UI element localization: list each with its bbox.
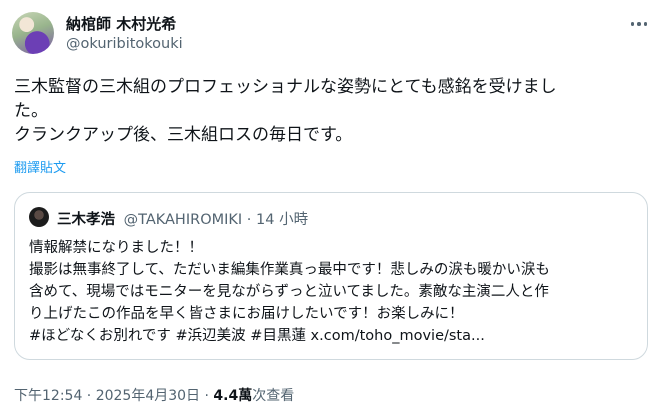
author-avatar[interactable] bbox=[12, 12, 54, 54]
views-label: 次查看 bbox=[252, 388, 295, 404]
post-meta: 下午12:54 · 2025年4月30日 · 4.4萬次查看 bbox=[14, 385, 294, 405]
quoted-time: 14 小時 bbox=[256, 212, 309, 228]
quoted-author-handle: @TAKAHIROMIKI bbox=[123, 212, 243, 228]
quoted-post-text: 情報解禁になりました！！ 撮影は無事終了して、ただいま編集作業真っ最中です！悲し… bbox=[29, 240, 550, 344]
post-text: 三木監督の三木組のプロフェッショナルな姿勢にとても感銘を受けまし た。 クランク… bbox=[14, 77, 557, 145]
quoted-author-name: 三木孝浩 bbox=[57, 212, 115, 228]
views-count: 4.4萬 bbox=[213, 388, 253, 404]
quoted-post-header: 三木孝浩 @TAKAHIROMIKI · 14 小時 bbox=[57, 208, 308, 229]
quoted-author-avatar bbox=[29, 207, 49, 227]
quoted-separator: · bbox=[246, 212, 252, 228]
author-name[interactable]: 納棺師 木村光希 bbox=[66, 13, 176, 34]
author-handle[interactable]: @okuribitokouki bbox=[66, 36, 183, 52]
quoted-post-card[interactable]: 三木孝浩 @TAKAHIROMIKI · 14 小時 情報解禁になりました！！ … bbox=[14, 192, 648, 360]
translate-post-link[interactable]: 翻譯貼文 bbox=[14, 157, 66, 176]
more-options-icon[interactable] bbox=[628, 13, 650, 35]
post-timestamp[interactable]: 下午12:54 · 2025年4月30日 · bbox=[14, 388, 213, 404]
